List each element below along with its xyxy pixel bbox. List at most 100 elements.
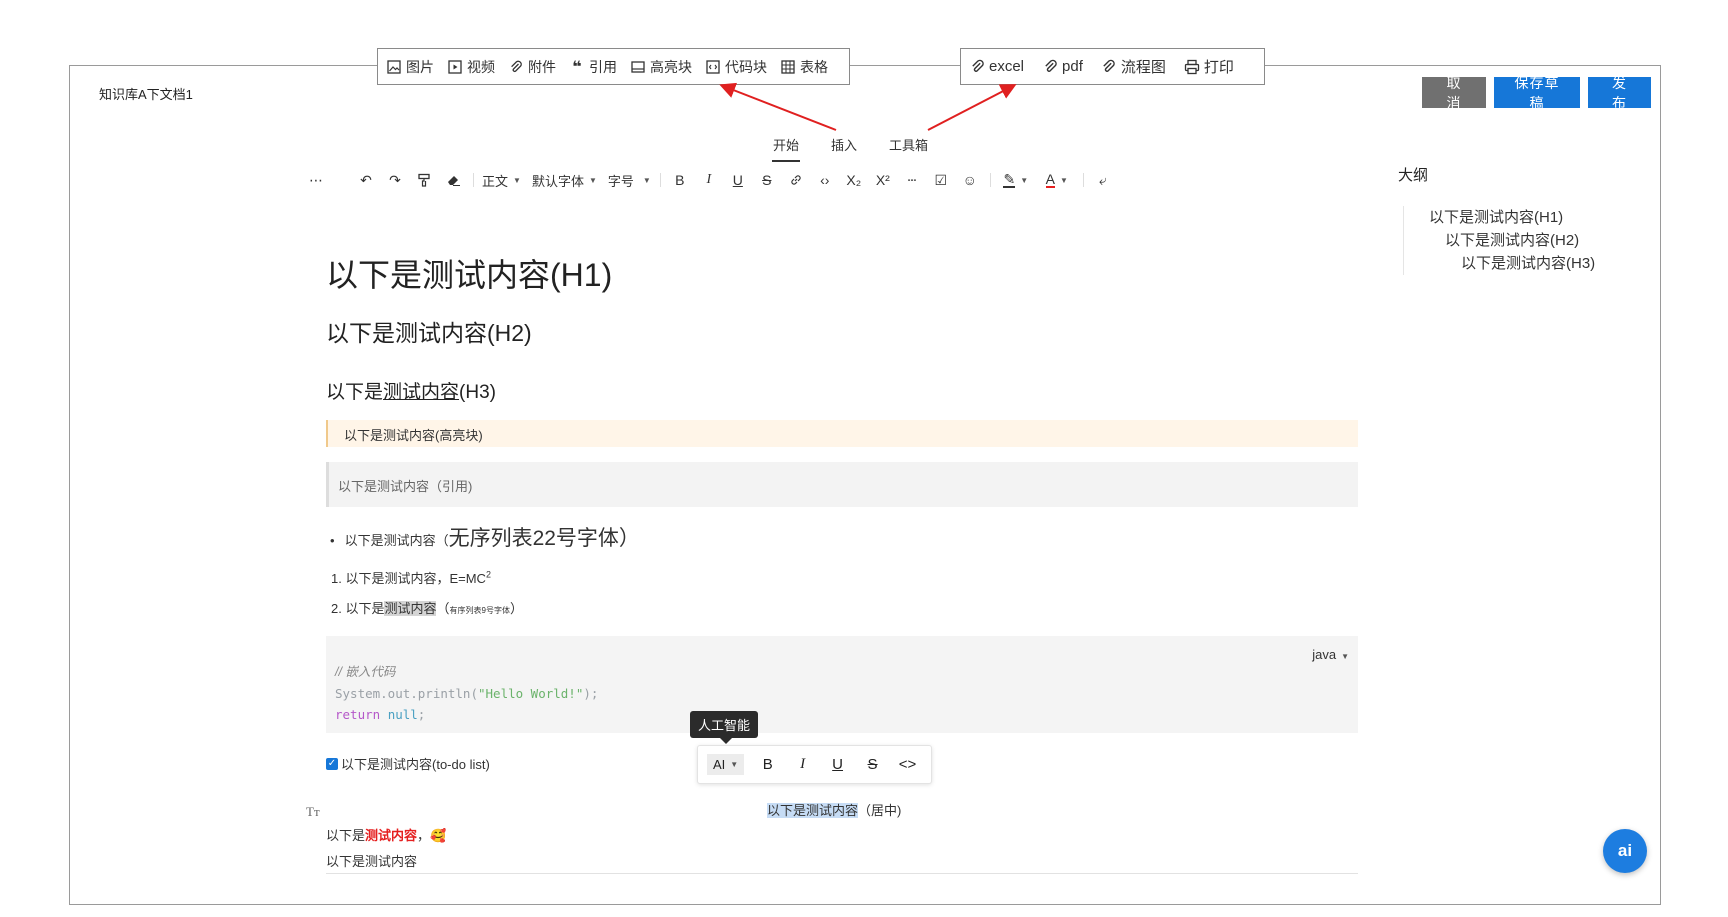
undo-icon[interactable]: ↶ (355, 169, 377, 191)
bubble-strike-button[interactable]: S (861, 756, 884, 773)
code-line-1: // 嵌入代码 (335, 665, 396, 679)
toolbar-divider (1082, 173, 1084, 187)
font-size-select[interactable]: 字号 ▼ (608, 169, 651, 191)
save-draft-button[interactable]: 保存草稿 (1494, 75, 1580, 111)
caret-down-icon: ▼ (1341, 652, 1349, 661)
paperclip-icon (1042, 59, 1058, 75)
caret-down-icon: ▼ (730, 760, 739, 769)
text-type-icon[interactable]: Tт (306, 804, 320, 820)
more-icon[interactable]: ⋯ (305, 169, 327, 191)
italic-button[interactable]: I (698, 169, 720, 191)
link-icon[interactable] (785, 169, 807, 191)
ai-tooltip: 人工智能 (690, 711, 759, 744)
plain-paragraph[interactable]: 以下是测试内容 (326, 851, 417, 870)
insert-video[interactable]: 视频 (447, 57, 495, 77)
emoji-icon[interactable]: ☺ (959, 169, 981, 191)
ribbon-tabs: 开始 插入 工具箱 (771, 135, 928, 162)
text-wrap-icon[interactable]: ⤶ (1092, 169, 1114, 191)
document-title: 知识库A下文档1 (99, 87, 193, 102)
caret-down-icon: ▼ (1060, 175, 1068, 185)
outline-title: 大纲 (1398, 167, 1429, 184)
inline-code-icon[interactable]: ‹› (814, 169, 836, 191)
format-painter-icon[interactable] (413, 169, 435, 191)
outline-item-h3[interactable]: 以下是测试内容(H3) (1429, 252, 1595, 275)
code-line-2: System.out.println("Hello World!"); (335, 686, 599, 701)
bold-button[interactable]: B (669, 169, 691, 191)
toolbar-divider (659, 173, 661, 187)
toolbar-divider (989, 173, 991, 187)
paperclip-icon (1101, 59, 1117, 75)
bubble-italic-button[interactable]: I (791, 756, 814, 773)
ai-dropdown[interactable]: AI ▼ (707, 754, 745, 775)
tab-toolbox[interactable]: 工具箱 (889, 135, 928, 162)
redo-icon[interactable]: ↷ (384, 169, 406, 191)
tool-print[interactable]: 打印 (1184, 56, 1234, 77)
highlight-block[interactable]: 以下是测试内容(高亮块) (326, 420, 1358, 447)
highlight-color-button[interactable]: ✎ ▼ (999, 169, 1033, 191)
insert-table[interactable]: 表格 (780, 57, 828, 77)
bubble-bold-button[interactable]: B (756, 756, 779, 773)
quote-block[interactable]: 以下是测试内容（引用) (326, 462, 1358, 507)
tool-excel[interactable]: excel (969, 58, 1024, 75)
eraser-icon[interactable] (442, 169, 464, 191)
insert-quote[interactable]: ❝ 引用 (569, 57, 617, 77)
outline-item-h2[interactable]: 以下是测试内容(H2) (1429, 229, 1595, 252)
ordered-list-item-1[interactable]: 1. 以下是测试内容，E=MC2 (331, 568, 491, 587)
selection-bubble-toolbar: AI ▼ B I U S <> (697, 745, 932, 784)
insert-highlight-block[interactable]: 高亮块 (630, 57, 692, 77)
red-text-paragraph[interactable]: 以下是测试内容，🥰 (326, 825, 446, 844)
tool-flowchart[interactable]: 流程图 (1101, 56, 1166, 77)
checkbox-icon[interactable]: ☑ (930, 169, 952, 191)
code-block[interactable]: java ▼ // 嵌入代码 System.out.println("Hello … (326, 636, 1358, 733)
heading-3[interactable]: 以下是测试内容(H3) (326, 377, 496, 404)
publish-button[interactable]: 发 布 (1588, 75, 1651, 111)
tab-insert[interactable]: 插入 (831, 135, 857, 162)
font-family-select[interactable]: 默认字体 ▼ (532, 169, 597, 191)
paragraph-style-select[interactable]: 正文 ▼ (482, 169, 521, 191)
todo-checkbox[interactable]: ✓ (326, 757, 338, 770)
outline-list: 以下是测试内容(H1) 以下是测试内容(H2) 以下是测试内容(H3) (1403, 206, 1595, 275)
outline-item-h1[interactable]: 以下是测试内容(H1) (1429, 206, 1595, 229)
superscript-button[interactable]: X² (872, 169, 894, 191)
cancel-button[interactable]: 取 消 (1422, 75, 1486, 111)
video-icon (447, 59, 463, 75)
pen-icon: ✎ (1003, 171, 1016, 188)
tools-callout: excel pdf 流程图 打印 (960, 48, 1265, 85)
todo-item[interactable]: ✓ 以下是测试内容(to-do list) (326, 754, 490, 773)
bullet-list-item[interactable]: • 以下是测试内容（ 无序列表22号字体） (330, 522, 640, 552)
code-line-3: return null; (335, 707, 426, 722)
tool-pdf[interactable]: pdf (1042, 58, 1083, 75)
heading-1[interactable]: 以下是测试内容(H1) (326, 250, 612, 296)
caret-down-icon: ▼ (513, 175, 521, 185)
centered-paragraph[interactable]: 以下是测试内容（居中) (767, 800, 901, 819)
bullet-dot: • (330, 533, 335, 548)
insert-code-block[interactable]: 代码块 (705, 57, 767, 77)
image-icon (386, 59, 402, 75)
code-block-icon (705, 59, 721, 75)
insert-image[interactable]: 图片 (386, 57, 434, 77)
paperclip-icon (969, 59, 985, 75)
code-language-select[interactable]: java ▼ (1312, 644, 1349, 667)
printer-icon (1184, 59, 1200, 75)
caret-down-icon: ▼ (588, 175, 597, 185)
paperclip-icon (508, 59, 524, 75)
format-toolbar: ⋯ ↶ ↷ 正文 ▼ 默认字体 ▼ 字号 ▼ B I U S ‹› X₂ X² ┄ ☑… (305, 168, 1121, 192)
bubble-underline-button[interactable]: U (826, 756, 849, 773)
subscript-button[interactable]: X₂ (843, 169, 865, 191)
highlight-block-icon (630, 59, 646, 75)
smiling-face-emoji: 🥰 (430, 828, 447, 843)
table-icon (780, 59, 796, 75)
horizontal-rule-icon[interactable]: ┄ (901, 169, 923, 191)
font-color-button[interactable]: A ▼ (1040, 169, 1074, 191)
ordered-list-item-2[interactable]: 2. 以下是测试内容（有序列表9号字体） (331, 598, 523, 617)
insert-attachment[interactable]: 附件 (508, 57, 556, 77)
caret-down-icon: ▼ (642, 175, 651, 185)
underline-button[interactable]: U (727, 169, 749, 191)
ai-assistant-button[interactable]: ai (1603, 829, 1647, 873)
bubble-code-button[interactable]: <> (896, 756, 919, 773)
insert-callout: 图片 视频 附件 ❝ 引用 高亮块 代码块 表格 (377, 48, 850, 85)
heading-2[interactable]: 以下是测试内容(H2) (326, 314, 532, 348)
caret-down-icon: ▼ (1020, 175, 1029, 185)
tab-start[interactable]: 开始 (771, 135, 801, 162)
strikethrough-button[interactable]: S (756, 169, 778, 191)
